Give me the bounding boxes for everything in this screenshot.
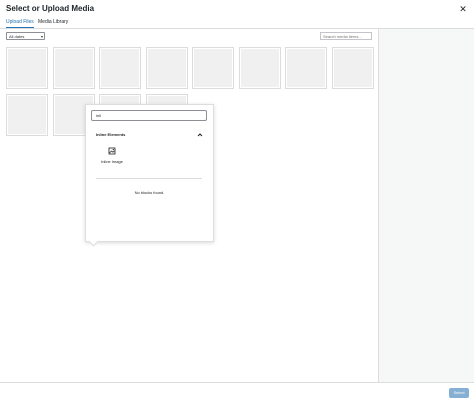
media-thumbnail[interactable] [239, 47, 281, 89]
tab-bar: Upload Files Media Library [0, 16, 474, 29]
panel-title: Inline Elements [96, 132, 126, 137]
tab-upload-files[interactable]: Upload Files [6, 18, 34, 28]
media-thumbnail[interactable] [285, 47, 327, 89]
search-media-input[interactable] [320, 32, 372, 40]
block-inserter-popover: inli Inline Elements Inline Image No blo… [85, 104, 214, 247]
block-item-inline-image[interactable]: Inline Image [96, 147, 128, 169]
attachment-details-sidebar [378, 29, 474, 382]
inline-elements-panel-header[interactable]: Inline Elements [96, 131, 204, 139]
divider [96, 178, 202, 179]
block-search-input[interactable]: inli [91, 110, 207, 121]
media-thumbnail[interactable] [6, 94, 48, 136]
media-thumbnail[interactable] [146, 47, 188, 89]
date-filter-value: All dates [9, 34, 25, 39]
media-thumbnail[interactable] [6, 47, 48, 89]
tab-media-library[interactable]: Media Library [38, 18, 68, 27]
block-item-label: Inline Image [101, 159, 123, 164]
media-thumbnail[interactable] [53, 47, 95, 89]
media-thumbnail[interactable] [99, 47, 141, 89]
close-icon: ✕ [459, 4, 467, 14]
chevron-up-icon [197, 133, 203, 137]
select-button[interactable]: Select [449, 388, 469, 398]
no-blocks-message: No blocks found. [134, 190, 165, 195]
date-filter-select[interactable]: All dates ▾ [6, 32, 45, 40]
close-button[interactable]: ✕ [457, 3, 469, 15]
media-thumbnail[interactable] [192, 47, 234, 89]
modal-title: Select or Upload Media [6, 4, 95, 13]
media-modal: Select or Upload Media ✕ Upload Files Me… [0, 0, 474, 402]
media-thumbnail[interactable] [332, 47, 374, 89]
chevron-down-icon: ▾ [40, 34, 43, 39]
modal-footer: Select [0, 382, 474, 402]
image-icon [108, 147, 116, 155]
